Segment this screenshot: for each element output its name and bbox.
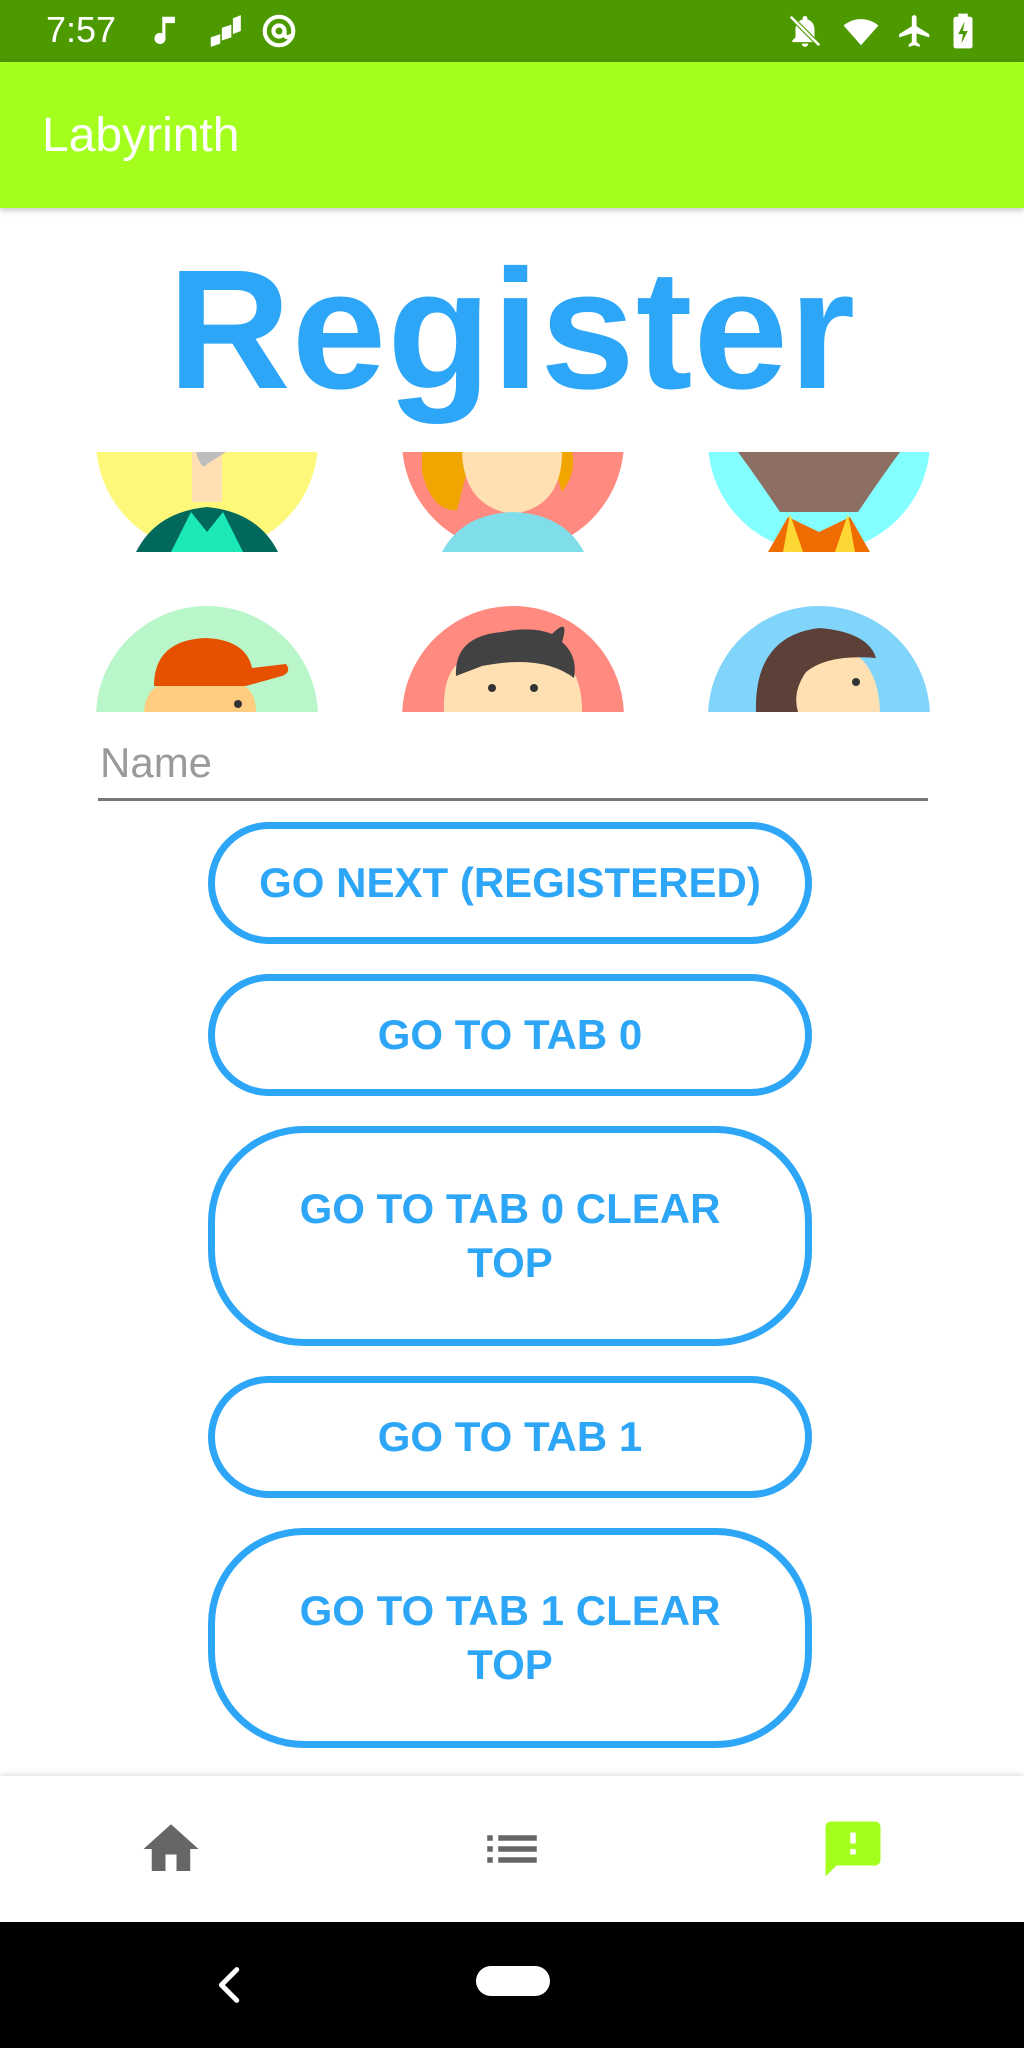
signal-bars-icon (206, 12, 244, 50)
go-to-tab1-clear-top-button[interactable]: GO TO TAB 1 CLEAR TOP (208, 1528, 812, 1748)
notifications-off-icon (786, 12, 824, 50)
nav-home[interactable] (138, 1816, 204, 1882)
go-to-tab0-clear-top-label: GO TO TAB 0 CLEAR TOP (299, 1185, 721, 1286)
nav-list[interactable] (479, 1816, 545, 1882)
avatar-brown-hair-girl[interactable] (708, 606, 930, 712)
feedback-icon (820, 1816, 886, 1882)
back-icon[interactable] (208, 1962, 254, 2008)
go-to-tab1-clear-top-label: GO TO TAB 1 CLEAR TOP (299, 1587, 721, 1688)
go-to-tab0-button[interactable]: GO TO TAB 0 (208, 974, 812, 1096)
name-input[interactable] (98, 728, 928, 801)
wifi-icon (842, 12, 880, 50)
go-to-tab1-label: GO TO TAB 1 (377, 1413, 643, 1460)
go-next-registered-button[interactable]: GO NEXT (REGISTERED) (208, 822, 812, 944)
go-to-tab0-label: GO TO TAB 0 (377, 1011, 643, 1058)
go-to-tab1-button[interactable]: GO TO TAB 1 (208, 1376, 812, 1498)
battery-charging-icon (948, 12, 978, 50)
home-pill-icon[interactable] (476, 1966, 550, 1996)
list-icon (479, 1816, 545, 1882)
status-time: 7:57 (46, 9, 117, 50)
avatar-dark-skin[interactable] (708, 452, 930, 552)
app-title: Labyrinth (42, 109, 240, 162)
bottom-navigation (0, 1776, 1024, 1922)
at-sign-icon (260, 12, 298, 50)
nav-feedback[interactable] (820, 1816, 886, 1882)
go-to-tab0-clear-top-button[interactable]: GO TO TAB 0 CLEAR TOP (208, 1126, 812, 1346)
status-bar: 7:57 (0, 0, 1024, 62)
avatar-grey-hair[interactable] (96, 452, 318, 552)
airplane-icon (896, 12, 934, 50)
music-note-icon (148, 12, 186, 50)
avatar-orange-hair[interactable] (402, 452, 624, 552)
avatar-black-hair-boy[interactable] (402, 606, 624, 712)
avatar-red-cap[interactable] (96, 606, 318, 712)
go-next-registered-label: GO NEXT (REGISTERED) (259, 859, 761, 906)
system-navigation-bar (0, 1922, 1024, 2048)
app-bar: Labyrinth (0, 62, 1024, 208)
home-icon (138, 1816, 204, 1882)
page-title: Register (167, 235, 857, 425)
